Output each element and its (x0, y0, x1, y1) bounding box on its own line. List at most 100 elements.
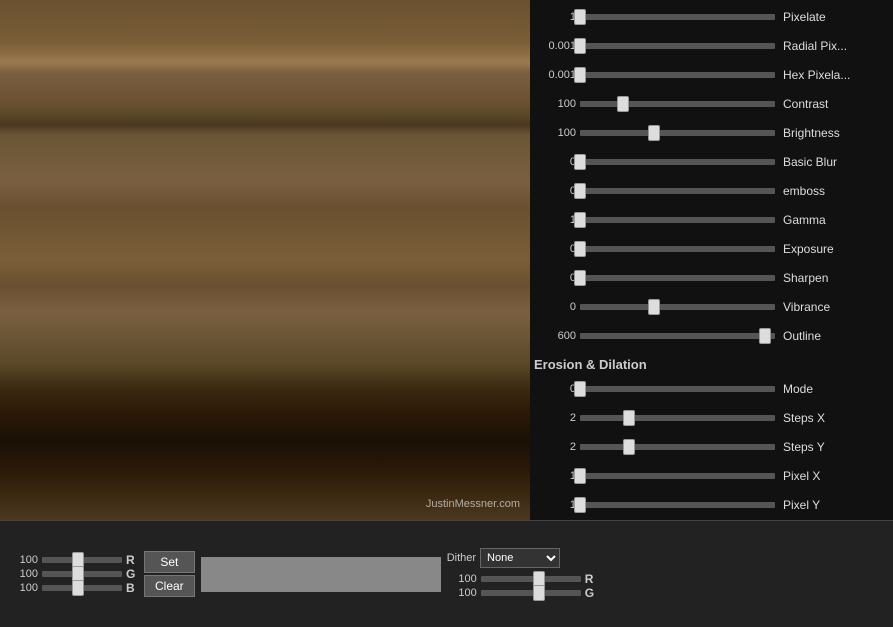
erosion-value-pixel_x: 1 (534, 470, 576, 482)
slider-track-vibrance (580, 304, 775, 310)
erosion-slider-row-steps_y: 2 Steps Y (534, 433, 889, 461)
slider-track-pixelate (580, 14, 775, 20)
slider-label-exposure: Exposure (783, 242, 834, 256)
main-sliders-container: 1 Pixelate 0.001 Radial Pix... 0.001 Hex… (534, 3, 889, 350)
slider-label-pixelate: Pixelate (783, 10, 826, 24)
erosion-thumb-pixel_x[interactable] (574, 468, 586, 484)
dither-val-r: 100 (447, 573, 477, 585)
erosion-label-mode: Mode (783, 382, 813, 396)
color-preview (201, 557, 441, 592)
slider-thumb-vibrance[interactable] (648, 299, 660, 315)
erosion-slider-row-mode: 0 Mode (534, 375, 889, 403)
slider-row-emboss: 0 emboss (534, 177, 889, 205)
slider-track-brightness (580, 130, 775, 136)
slider-thumb-brightness[interactable] (648, 125, 660, 141)
slider-value-exposure: 0 (534, 243, 576, 255)
slider-row-contrast: 100 Contrast (534, 90, 889, 118)
dither-row-g: 100 G (447, 586, 599, 600)
dither-section: Dither None Floyd Ordered Atkinson 100 R… (447, 548, 599, 600)
rgb-value-b: 100 (8, 582, 38, 594)
slider-label-basic_blur: Basic Blur (783, 155, 837, 169)
slider-track-outline (580, 333, 775, 339)
dither-row-r: 100 R (447, 572, 599, 586)
erosion-sliders-container: 0 Mode 2 Steps X 2 Steps Y 1 Pixel X 1 P… (534, 375, 889, 520)
slider-thumb-pixelate[interactable] (574, 9, 586, 25)
erosion-label-pixel_x: Pixel X (783, 469, 820, 483)
slider-label-hex_pixela: Hex Pixela... (783, 68, 850, 82)
erosion-value-steps_x: 2 (534, 412, 576, 424)
slider-value-brightness: 100 (534, 127, 576, 139)
slider-label-sharpen: Sharpen (783, 271, 828, 285)
erosion-header: Erosion & Dilation (534, 351, 889, 374)
slider-label-gamma: Gamma (783, 213, 826, 227)
dither-thumb-g[interactable] (533, 585, 545, 601)
erosion-thumb-steps_x[interactable] (623, 410, 635, 426)
rgb-row-r: 100 R (8, 553, 138, 567)
erosion-thumb-mode[interactable] (574, 381, 586, 397)
rgb-value-r: 100 (8, 554, 38, 566)
slider-track-contrast (580, 101, 775, 107)
erosion-slider-row-pixel_x: 1 Pixel X (534, 462, 889, 490)
bottom-bar: 100 R 100 G 100 B Set Clear Dither None … (0, 520, 893, 627)
slider-value-gamma: 1 (534, 214, 576, 226)
slider-value-contrast: 100 (534, 98, 576, 110)
rgb-label-g: G (126, 567, 138, 581)
erosion-thumb-steps_y[interactable] (623, 439, 635, 455)
slider-track-exposure (580, 246, 775, 252)
slider-value-radial_pix: 0.001 (534, 40, 576, 52)
slider-row-gamma: 1 Gamma (534, 206, 889, 234)
slider-row-basic_blur: 0 Basic Blur (534, 148, 889, 176)
erosion-track-mode (580, 386, 775, 392)
slider-track-sharpen (580, 275, 775, 281)
slider-track-radial_pix (580, 43, 775, 49)
canvas-image (0, 0, 530, 520)
slider-thumb-radial_pix[interactable] (574, 38, 586, 54)
slider-row-brightness: 100 Brightness (534, 119, 889, 147)
slider-row-exposure: 0 Exposure (534, 235, 889, 263)
erosion-thumb-pixel_y[interactable] (574, 497, 586, 513)
dither-val-g: 100 (447, 587, 477, 599)
dither-rlabel-g: G (585, 586, 599, 600)
erosion-value-pixel_y: 1 (534, 499, 576, 511)
slider-value-hex_pixela: 0.001 (534, 69, 576, 81)
slider-thumb-outline[interactable] (759, 328, 771, 344)
watermark: JustinMessner.com (426, 498, 520, 510)
rgb-rows-container: 100 R 100 G 100 B (8, 553, 138, 595)
dither-select[interactable]: None Floyd Ordered Atkinson (480, 548, 560, 568)
slider-track-hex_pixela (580, 72, 775, 78)
slider-thumb-gamma[interactable] (574, 212, 586, 228)
erosion-value-steps_y: 2 (534, 441, 576, 453)
slider-track-gamma (580, 217, 775, 223)
slider-track-basic_blur (580, 159, 775, 165)
erosion-label-pixel_y: Pixel Y (783, 498, 820, 512)
slider-label-brightness: Brightness (783, 126, 840, 140)
erosion-value-mode: 0 (534, 383, 576, 395)
canvas-area: JustinMessner.com (0, 0, 530, 520)
erosion-track-steps_y (580, 444, 775, 450)
dither-rows-container: 100 R 100 G (447, 572, 599, 600)
slider-value-sharpen: 0 (534, 272, 576, 284)
rgb-row-b: 100 B (8, 581, 138, 595)
clear-button[interactable]: Clear (144, 575, 195, 597)
erosion-slider-row-pixel_y: 1 Pixel Y (534, 491, 889, 519)
erosion-track-steps_x (580, 415, 775, 421)
rgb-value-g: 100 (8, 568, 38, 580)
slider-label-outline: Outline (783, 329, 821, 343)
set-button[interactable]: Set (144, 551, 195, 573)
slider-thumb-hex_pixela[interactable] (574, 67, 586, 83)
slider-track-emboss (580, 188, 775, 194)
slider-row-pixelate: 1 Pixelate (534, 3, 889, 31)
erosion-slider-row-steps_x: 2 Steps X (534, 404, 889, 432)
slider-value-emboss: 0 (534, 185, 576, 197)
slider-row-outline: 600 Outline (534, 322, 889, 350)
rgb-thumb-b[interactable] (72, 580, 84, 596)
slider-thumb-exposure[interactable] (574, 241, 586, 257)
slider-row-hex_pixela: 0.001 Hex Pixela... (534, 61, 889, 89)
dither-sliders: 100 R 100 G (447, 572, 599, 600)
slider-thumb-sharpen[interactable] (574, 270, 586, 286)
rgb-track-r (42, 557, 122, 563)
erosion-label-steps_y: Steps Y (783, 440, 825, 454)
slider-thumb-emboss[interactable] (574, 183, 586, 199)
slider-thumb-basic_blur[interactable] (574, 154, 586, 170)
slider-thumb-contrast[interactable] (617, 96, 629, 112)
